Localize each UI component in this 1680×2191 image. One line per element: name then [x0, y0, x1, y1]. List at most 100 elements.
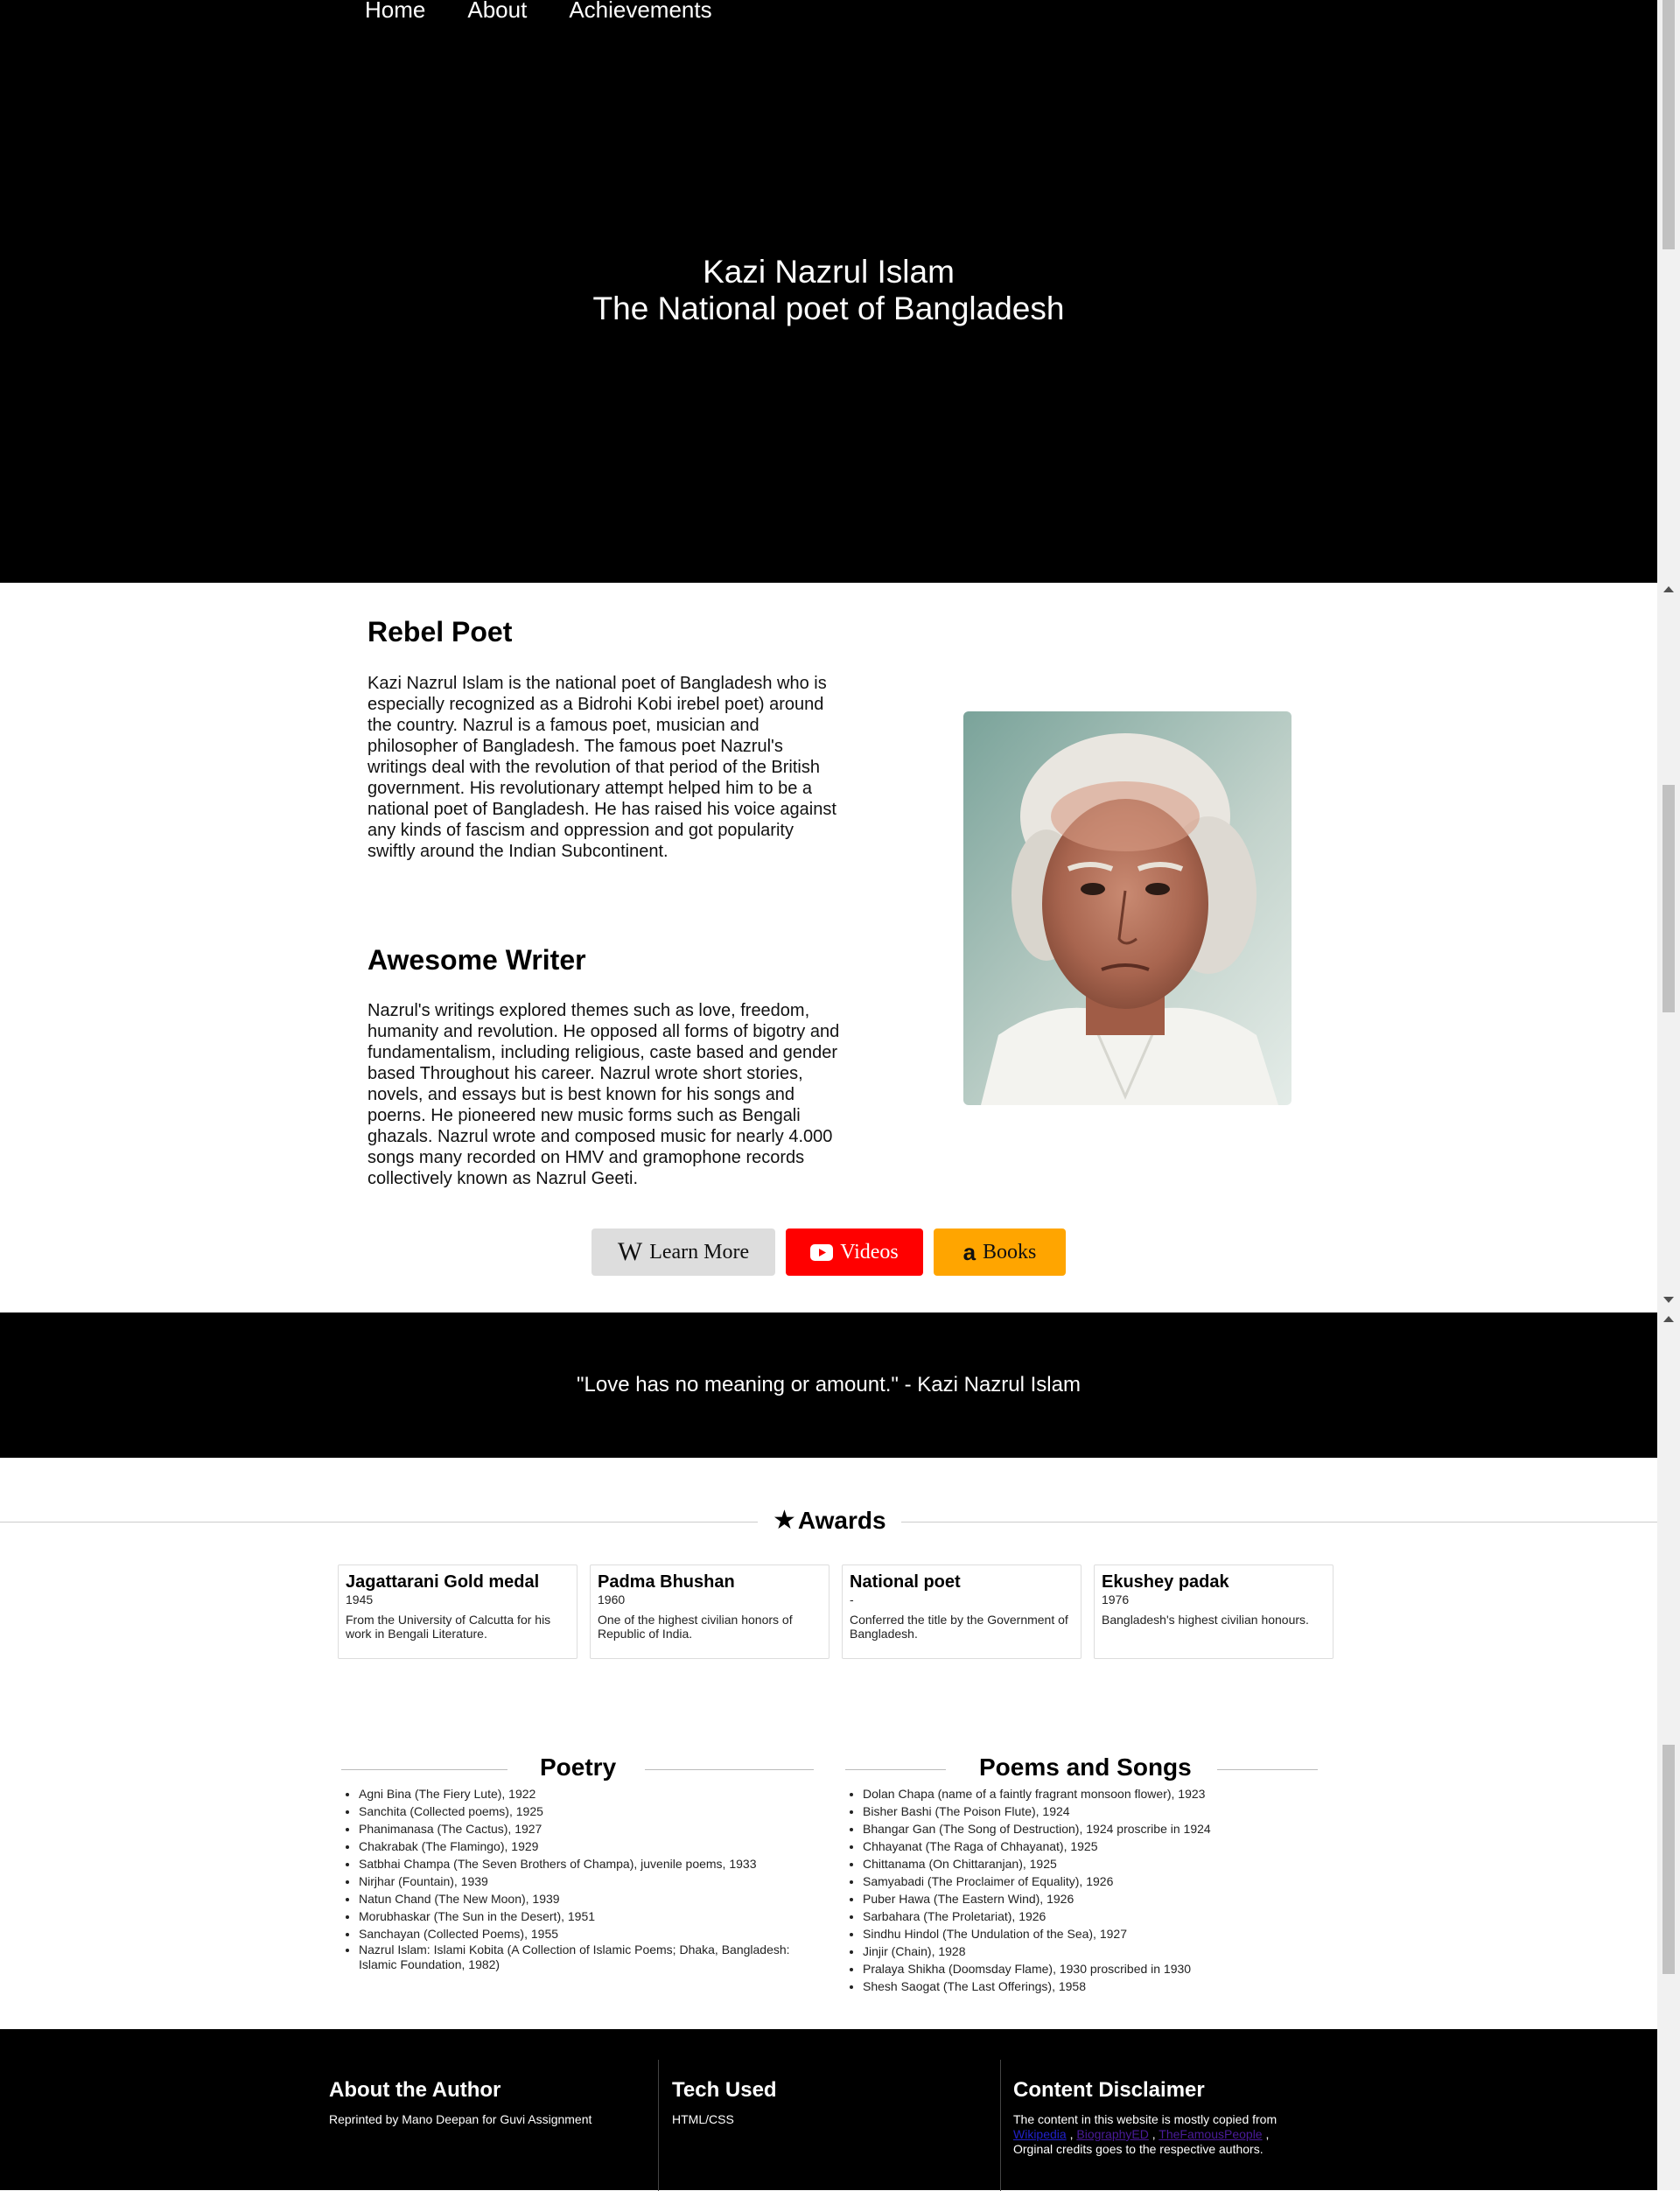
award-year: 1945	[346, 1592, 374, 1606]
list-item: Bisher Bashi (The Poison Flute), 1924	[863, 1802, 1318, 1820]
footer: About the Author Reprinted by Mano Deepa…	[0, 2029, 1657, 2191]
youtube-icon	[810, 1243, 834, 1261]
footer-disclaimer: Content Disclaimer The content in this w…	[1013, 2077, 1311, 2157]
songs-list: Dolan Chapa (name of a faintly fragrant …	[845, 1785, 1318, 1995]
wikipedia-icon: W	[617, 1237, 643, 1266]
footer-about-title: About the Author	[329, 2078, 501, 2102]
awards-heading-text: Awards	[797, 1506, 886, 1534]
poetry-column: Poetry Agni Bina (The Fiery Lute), 1922 …	[341, 1754, 814, 1972]
footer-tech-text: HTML/CSS	[672, 2112, 734, 2126]
songs-divider-left	[845, 1769, 946, 1770]
hero-title-subtitle: The National poet of Bangladesh	[592, 290, 1065, 326]
books-label: Books	[983, 1240, 1037, 1264]
disclaimer-text-1: The content in this website is mostly co…	[1013, 2112, 1278, 2126]
learn-more-label: Learn More	[649, 1240, 750, 1264]
list-item: Satbhai Champa (The Seven Brothers of Ch…	[359, 1855, 814, 1872]
list-item: Samyabadi (The Proclaimer of Equality), …	[863, 1872, 1318, 1890]
poetry-heading: Poetry	[540, 1754, 617, 1781]
link-buttons-row: W Learn More Videos a Books	[592, 1228, 1076, 1276]
list-item: Chakrabak (The Flamingo), 1929	[359, 1838, 814, 1855]
award-title: Padma Bhushan	[598, 1572, 735, 1592]
footer-disclaimer-title: Content Disclaimer	[1013, 2078, 1205, 2102]
songs-heading-row: Poems and Songs	[845, 1754, 1318, 1785]
award-year: 1960	[598, 1592, 626, 1606]
footer-divider	[658, 2060, 659, 2191]
songs-column: Poems and Songs Dolan Chapa (name of a f…	[845, 1754, 1318, 1995]
poetry-divider-right	[645, 1769, 814, 1770]
thefamouspeople-link[interactable]: TheFamousPeople	[1158, 2127, 1262, 2141]
list-item: Sindhu Hindol (The Undulation of the Sea…	[863, 1925, 1318, 1942]
list-item: Chittanama (On Chittaranjan), 1925	[863, 1855, 1318, 1872]
award-card: Jagattarani Gold medal 1945 From the Uni…	[338, 1564, 578, 1659]
award-title: National poet	[850, 1572, 961, 1592]
awesome-writer-heading: Awesome Writer	[368, 944, 586, 976]
amazon-icon: a	[962, 1238, 976, 1265]
star-icon: ★	[773, 1506, 796, 1535]
scrollbar-thumb-1[interactable]	[1662, 0, 1675, 249]
list-item: Nirjhar (Fountain), 1939	[359, 1872, 814, 1890]
list-item: Chhayanat (The Raga of Chhayanat), 1925	[863, 1838, 1318, 1855]
award-description: One of the highest civilian honors of Re…	[598, 1613, 793, 1641]
footer-tech-title: Tech Used	[672, 2078, 777, 2102]
list-item: Phanimanasa (The Cactus), 1927	[359, 1820, 814, 1838]
award-card: Padma Bhushan 1960 One of the highest ci…	[590, 1564, 830, 1659]
hero-section: Home About Achievements Kazi Nazrul Isla…	[0, 0, 1657, 583]
awards-heading-row: ★ Awards	[0, 1505, 1657, 1540]
videos-button[interactable]: Videos	[786, 1228, 923, 1276]
poet-portrait-image	[963, 711, 1292, 1105]
biographyed-link[interactable]: BiographyED	[1076, 2127, 1149, 2141]
about-section: Rebel Poet Kazi Nazrul Islam is the nati…	[0, 583, 1657, 1312]
award-description: From the University of Calcutta for his …	[346, 1613, 551, 1641]
scroll-up-arrow-3[interactable]	[1663, 1316, 1674, 1322]
songs-heading: Poems and Songs	[979, 1754, 1192, 1781]
award-description: Bangladesh's highest civilian honours.	[1102, 1613, 1309, 1627]
scrollbar-thumb-3[interactable]	[1662, 1745, 1675, 1974]
poetry-heading-row: Poetry	[341, 1754, 814, 1785]
award-card: Ekushey padak 1976 Bangladesh's highest …	[1094, 1564, 1334, 1659]
scrollbar-1[interactable]	[1657, 0, 1680, 592]
award-year: -	[850, 1592, 854, 1606]
award-title: Jagattarani Gold medal	[346, 1572, 540, 1592]
list-item: Bhangar Gan (The Song of Destruction), 1…	[863, 1820, 1318, 1838]
disclaimer-text-2: Orginal credits goes to the respective a…	[1013, 2142, 1264, 2156]
list-item: Shesh Saogat (The Last Offerings), 1958	[863, 1978, 1318, 1995]
list-item: Sanchayan (Collected Poems), 1955	[359, 1925, 814, 1942]
rebel-poet-text: Kazi Nazrul Islam is the national poet o…	[368, 674, 836, 861]
hero-title: Kazi Nazrul Islam The National poet of B…	[0, 254, 1657, 327]
poetry-list: Agni Bina (The Fiery Lute), 1922 Sanchit…	[341, 1785, 814, 1972]
wikipedia-link[interactable]: Wikipedia	[1013, 2127, 1067, 2141]
scrollbar-3[interactable]	[1657, 1312, 1680, 2190]
list-item: Puber Hawa (The Eastern Wind), 1926	[863, 1890, 1318, 1908]
list-item: Nazrul Islam: Islami Kobita (A Collectio…	[359, 1942, 814, 1972]
nav-home-link[interactable]: Home	[365, 0, 425, 24]
footer-about: About the Author Reprinted by Mano Deepa…	[329, 2077, 644, 2127]
nav-achievements-link[interactable]: Achievements	[569, 0, 711, 24]
award-description: Conferred the title by the Government of…	[850, 1613, 1068, 1641]
awesome-writer-text: Nazrul's writings explored themes such a…	[368, 1001, 840, 1188]
award-card: National poet - Conferred the title by t…	[842, 1564, 1082, 1659]
award-year: 1976	[1102, 1592, 1130, 1606]
list-item: Sarbahara (The Proletariat), 1926	[863, 1908, 1318, 1925]
quote-text: "Love has no meaning or amount." - Kazi …	[577, 1373, 1081, 1396]
list-item: Natun Chand (The New Moon), 1939	[359, 1890, 814, 1908]
footer-about-text: Reprinted by Mano Deepan for Guvi Assign…	[329, 2112, 592, 2126]
books-button[interactable]: a Books	[934, 1228, 1066, 1276]
quote-banner: "Love has no meaning or amount." - Kazi …	[0, 1312, 1657, 1458]
top-nav: Home About Achievements	[365, 0, 754, 24]
footer-divider	[1000, 2060, 1001, 2191]
list-item: Agni Bina (The Fiery Lute), 1922	[359, 1785, 814, 1802]
learn-more-button[interactable]: W Learn More	[592, 1228, 775, 1276]
scrollbar-thumb-2[interactable]	[1662, 785, 1675, 1012]
list-item: Dolan Chapa (name of a faintly fragrant …	[863, 1785, 1318, 1802]
poetry-divider-left	[341, 1769, 508, 1770]
rebel-poet-heading: Rebel Poet	[368, 616, 513, 648]
scroll-up-arrow-2[interactable]	[1663, 586, 1674, 592]
scroll-down-arrow-2[interactable]	[1663, 1297, 1674, 1303]
list-item: Jinjir (Chain), 1928	[863, 1942, 1318, 1960]
list-item: Pralaya Shikha (Doomsday Flame), 1930 pr…	[863, 1960, 1318, 1978]
nav-about-link[interactable]: About	[467, 0, 527, 24]
awards-cards: Jagattarani Gold medal 1945 From the Uni…	[338, 1564, 1346, 1659]
footer-disclaimer-text: The content in this website is mostly co…	[1013, 2112, 1278, 2156]
scrollbar-2[interactable]	[1657, 583, 1680, 1312]
videos-label: Videos	[840, 1240, 899, 1264]
